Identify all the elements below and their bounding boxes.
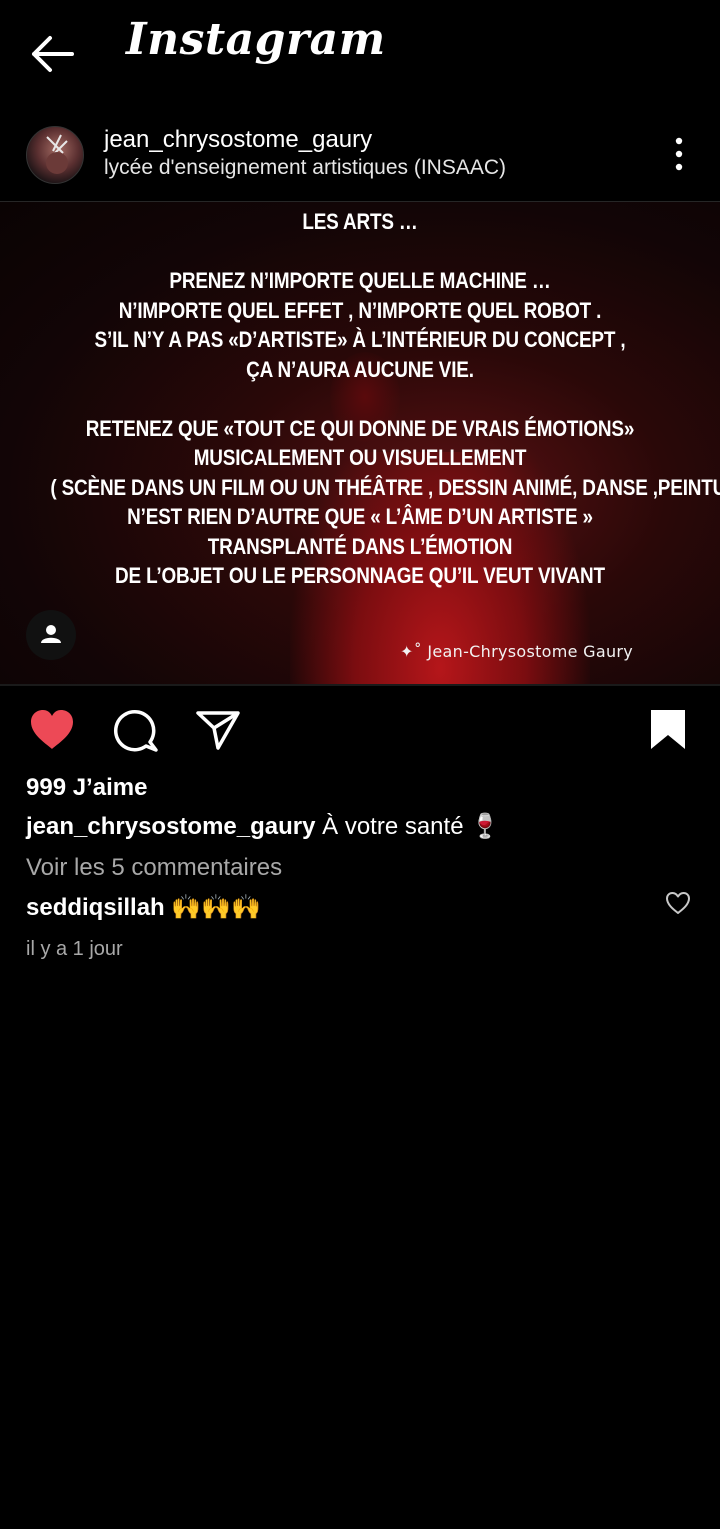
bookmark-filled-icon — [651, 710, 685, 749]
post-caption: jean_chrysostome_gaury À votre santé 🍷 — [26, 812, 500, 841]
likes-count[interactable]: 999 J’aime — [26, 774, 147, 802]
quote-line: S’IL N’Y A PAS «D’ARTISTE» À L’INTÉRIEUR… — [94, 327, 626, 352]
comment-item: seddiqsillah 🙌🙌🙌 — [26, 893, 261, 922]
quote-line: TRANSPLANTÉ DANS L’ÉMOTION — [207, 533, 513, 559]
quote-title: LES ARTS … — [302, 209, 418, 234]
user-icon — [41, 625, 61, 643]
save-button[interactable] — [648, 708, 688, 752]
comment-icon — [113, 709, 158, 752]
comment-username[interactable]: seddiqsillah — [26, 894, 165, 921]
share-button[interactable] — [194, 708, 242, 752]
caption-username[interactable]: jean_chrysostome_gaury — [26, 813, 315, 840]
post-header: jean_chrysostome_gaury lycée d'enseignem… — [0, 120, 720, 200]
tagged-users-button[interactable] — [26, 610, 76, 660]
instagram-logo: Instagram — [126, 14, 386, 65]
view-comments-link[interactable]: Voir les 5 commentaires — [26, 854, 282, 882]
quote-line: ( SCÈNE DANS UN FILM OU UN THÉÂTRE , DES… — [50, 474, 720, 500]
post-location[interactable]: lycée d'enseignement artistiques (INSAAC… — [104, 156, 506, 180]
post-username[interactable]: jean_chrysostome_gaury — [104, 126, 372, 154]
heart-outline-icon — [666, 892, 690, 914]
quote-line: N’IMPORTE QUEL EFFET , N’IMPORTE QUEL RO… — [118, 297, 602, 323]
quote-line: ÇA N’AURA AUCUNE VIE. — [246, 356, 474, 382]
comment-button[interactable] — [112, 708, 160, 754]
like-button[interactable] — [28, 708, 76, 752]
divider — [0, 684, 720, 686]
quote-line: DE L’OBJET OU LE PERSONNAGE QU’IL VEUT V… — [115, 563, 605, 588]
top-bar: Instagram — [0, 0, 720, 108]
quote-line: PRENEZ N’IMPORTE QUELLE MACHINE … — [169, 268, 551, 293]
image-watermark: ✦˚ Jean-Chrysostome Gaury — [400, 642, 634, 661]
heart-filled-icon — [31, 710, 73, 749]
quote-line: N’EST RIEN D’AUTRE QUE « L’ÂME D’UN ARTI… — [127, 504, 593, 529]
caption-text: À votre santé 🍷 — [315, 813, 501, 840]
post-timestamp: il y a 1 jour — [26, 938, 123, 960]
image-quote-text: LES ARTS … PRENEZ N’IMPORTE QUELLE MACHI… — [50, 202, 720, 591]
post-image[interactable]: LES ARTS … PRENEZ N’IMPORTE QUELLE MACHI… — [0, 202, 720, 684]
share-icon — [196, 711, 240, 750]
quote-line: RETENEZ QUE «TOUT CE QUI DONNE DE VRAIS … — [85, 415, 635, 441]
comment-text: 🙌🙌🙌 — [164, 894, 262, 921]
comment-like-button[interactable] — [664, 890, 692, 916]
avatar-image-icon — [46, 134, 68, 174]
more-options-button[interactable] — [662, 132, 696, 176]
quote-line: MUSICALEMENT OU VISUELLEMENT — [193, 445, 527, 470]
back-button[interactable] — [22, 30, 82, 78]
more-vertical-icon — [675, 137, 683, 171]
arrow-left-icon — [32, 36, 74, 72]
avatar[interactable] — [26, 126, 84, 184]
